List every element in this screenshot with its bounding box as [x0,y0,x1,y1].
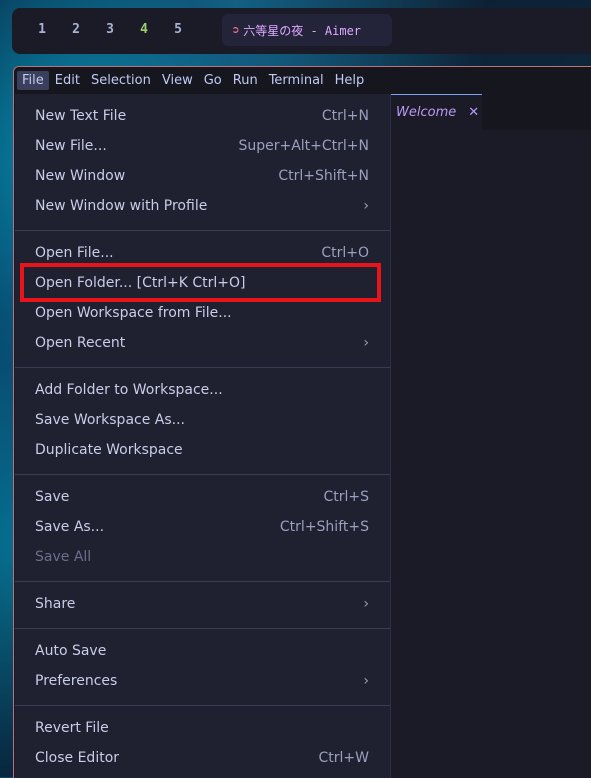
shortcut-label: Ctrl+W [318,750,369,766]
menu-item-label: Save As... [35,519,105,535]
menu-item-label: New Text File [35,108,127,124]
shortcut-label: Ctrl+Shift+N [278,168,369,184]
menu-item-label: Share [35,596,76,612]
menu-item-label: New File... [35,138,107,154]
menu-item-label: Save Workspace As... [35,412,186,428]
menu-separator [15,474,390,475]
menu-item-label: Save [35,489,70,505]
editor-window: File Edit Selection View Go Run Terminal… [13,66,591,778]
menu-item-revert-file[interactable]: Revert File [15,713,390,743]
file-menu-dropdown: New Text File Ctrl+N New File... Super+A… [15,94,391,778]
chevron-right-icon: › [363,335,369,351]
menu-edit[interactable]: Edit [50,71,85,90]
workspace-3[interactable]: 3 [102,22,118,37]
menu-item-label: Close Editor [35,750,120,766]
workspace-1[interactable]: 1 [34,22,50,37]
chevron-right-icon: › [363,673,369,689]
menu-item-auto-save[interactable]: Auto Save [15,636,390,666]
highlight-box [20,263,381,302]
menu-item-label: Revert File [35,720,109,736]
shortcut-label: Ctrl+N [321,108,369,124]
music-icon: ➲ [232,23,240,37]
tab-label: Welcome [396,105,457,120]
menu-separator [15,581,390,582]
chevron-right-icon: › [363,596,369,612]
menu-item-new-window-profile[interactable]: New Window with Profile › [15,191,390,221]
chevron-right-icon: › [363,198,369,214]
workspace-5[interactable]: 5 [170,22,186,37]
workspace-4[interactable]: 4 [136,22,152,37]
menu-item-label: Open Recent [35,335,126,351]
menu-item-save-all: Save All [15,542,390,572]
menu-separator [15,628,390,629]
shortcut-label: Ctrl+O [321,245,369,261]
menu-view[interactable]: View [157,71,198,90]
close-icon[interactable]: ✕ [468,105,479,120]
menu-item-label: Auto Save [35,643,107,659]
menu-item-label: Open File... [35,245,114,261]
menu-item-label: Add Folder to Workspace... [35,382,223,398]
menu-item-label: Preferences [35,673,118,689]
menu-item-preferences[interactable]: Preferences › [15,666,390,696]
shortcut-label: Super+Alt+Ctrl+N [238,138,369,154]
media-widget[interactable]: ➲ 六等星の夜 - Aimer [222,14,392,46]
menu-item-label: Save All [35,549,92,565]
shortcut-label: Ctrl+S [323,489,369,505]
menu-separator [15,230,390,231]
menu-item-add-folder-workspace[interactable]: Add Folder to Workspace... [15,375,390,405]
shortcut-label: Ctrl+Shift+S [279,519,369,535]
menu-terminal[interactable]: Terminal [264,71,329,90]
menu-item-label: Open Workspace from File... [35,305,232,321]
menu-item-new-text-file[interactable]: New Text File Ctrl+N [15,101,390,131]
menu-item-new-window[interactable]: New Window Ctrl+Shift+N [15,161,390,191]
menu-item-open-workspace-file[interactable]: Open Workspace from File... [15,298,390,328]
top-panel: 1 2 3 4 5 ➲ 六等星の夜 - Aimer [12,8,591,54]
menu-separator [15,367,390,368]
media-title: 六等星の夜 - Aimer [243,23,362,38]
menu-item-label: New Window [35,168,126,184]
menu-help[interactable]: Help [330,71,370,90]
menu-item-save-as[interactable]: Save As... Ctrl+Shift+S [15,512,390,542]
menu-item-close-editor[interactable]: Close Editor Ctrl+W [15,743,390,773]
menu-selection[interactable]: Selection [86,71,156,90]
menu-item-label: Duplicate Workspace [35,442,183,458]
menu-item-label: New Window with Profile [35,198,208,214]
menu-go[interactable]: Go [199,71,227,90]
menubar: File Edit Selection View Go Run Terminal… [14,67,591,94]
menu-item-save-workspace-as[interactable]: Save Workspace As... [15,405,390,435]
menu-item-save[interactable]: Save Ctrl+S [15,482,390,512]
menu-item-share[interactable]: Share › [15,589,390,619]
menu-separator [15,705,390,706]
menu-item-new-file[interactable]: New File... Super+Alt+Ctrl+N [15,131,390,161]
tab-welcome[interactable]: Welcome ✕ [384,94,482,130]
menu-run[interactable]: Run [228,71,263,90]
menu-item-open-recent[interactable]: Open Recent › [15,328,390,358]
workspace-2[interactable]: 2 [68,22,84,37]
menu-file[interactable]: File [17,71,49,90]
menu-item-duplicate-workspace[interactable]: Duplicate Workspace [15,435,390,465]
